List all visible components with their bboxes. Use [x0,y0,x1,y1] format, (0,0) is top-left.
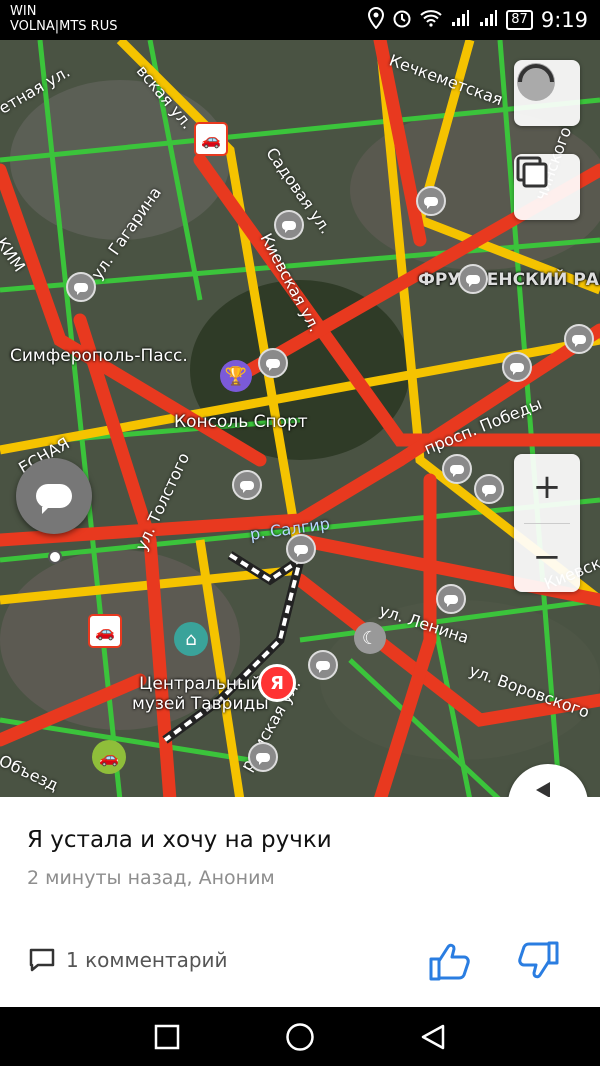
yandex-marker[interactable]: Я [258,664,296,702]
traffic-button[interactable] [514,60,580,126]
chat-pin-icon[interactable] [286,534,316,564]
thumbs-down-icon [518,941,559,979]
chat-pin-icon[interactable] [308,650,338,680]
accident-icon[interactable]: 🚗 [194,122,228,156]
layers-button[interactable] [514,154,580,220]
location-dot [48,550,62,564]
traffic-icon [517,63,555,101]
carrier-info: WIN VOLNA|MTS RUS [10,4,117,34]
chat-pin-icon[interactable] [564,324,594,354]
compass-icon [536,782,550,798]
status-bar: WIN VOLNA|MTS RUS 87 9:19 [0,0,600,40]
chat-pin-icon[interactable] [442,454,472,484]
place-label-station[interactable]: Симферополь-Пасс. [10,346,188,366]
place-label-district: ФРУНЗЕНСКИЙ РАЙ [418,270,600,290]
car-icon[interactable]: 🚗 [92,740,126,774]
museum-label-line-1: Центральный [139,674,262,694]
chat-pin-icon[interactable] [458,264,488,294]
map-view[interactable]: вская ул. Кечкеметская етная ул. ул. Гаг… [0,40,600,800]
wifi-icon [420,8,442,32]
recents-icon [154,1024,180,1049]
chat-pin-icon[interactable] [66,272,96,302]
comments-link[interactable]: 1 комментарий [28,947,228,973]
status-icons: 87 9:19 [368,6,588,34]
accident-icon[interactable]: 🚗 [88,614,122,648]
carrier-line-1: WIN [10,4,37,19]
comments-count: 1 комментарий [66,948,228,972]
layers-icon [516,156,548,188]
road-events-button[interactable] [16,458,92,534]
clock: 9:19 [540,8,588,32]
like-button[interactable] [426,937,474,985]
back-icon [421,1024,445,1049]
signal-icon [450,8,470,32]
trophy-icon[interactable]: 🏆 [220,360,252,392]
museum-label-line-2: музей Тавриды [132,694,269,714]
location-icon [368,6,385,34]
dislike-button[interactable] [514,937,562,985]
recents-button[interactable] [127,1007,207,1066]
chat-pin-icon[interactable] [258,348,288,378]
chat-pin-icon[interactable] [232,470,262,500]
chat-pin-icon[interactable] [436,584,466,614]
zoom-in-button[interactable]: + [514,454,580,520]
event-meta: 2 минуты назад, Аноним [27,867,275,889]
back-button[interactable] [393,1007,473,1066]
place-label-museum[interactable]: Центральный музей Тавриды [132,674,269,714]
chat-bubble-icon [36,484,72,514]
home-icon [286,1022,314,1051]
place-label-sport[interactable]: Консоль Спорт [174,412,308,432]
chat-pin-icon[interactable] [474,474,504,504]
system-nav-bar [0,1007,600,1066]
thumbs-up-icon [429,943,470,981]
zoom-control: + − [514,454,580,592]
carrier-line-2: VOLNA|MTS RUS [10,19,118,34]
chat-pin-icon[interactable] [248,742,278,772]
event-title: Я устала и хочу на ручки [27,827,332,853]
alarm-icon [392,8,412,33]
yandex-marker-letter: Я [270,672,284,694]
comment-icon [29,948,55,972]
zoom-out-button[interactable]: − [514,524,580,590]
mosque-icon[interactable]: ☾ [354,622,386,654]
chat-pin-icon[interactable] [502,352,532,382]
chat-pin-icon[interactable] [416,186,446,216]
battery-icon: 87 [506,10,533,30]
event-card[interactable]: Я устала и хочу на ручки 2 минуты назад,… [0,797,600,1007]
home-button[interactable] [260,1007,340,1066]
chat-pin-icon[interactable] [274,210,304,240]
signal-icon-2 [478,8,498,32]
museum-icon[interactable]: ⌂ [174,622,208,656]
